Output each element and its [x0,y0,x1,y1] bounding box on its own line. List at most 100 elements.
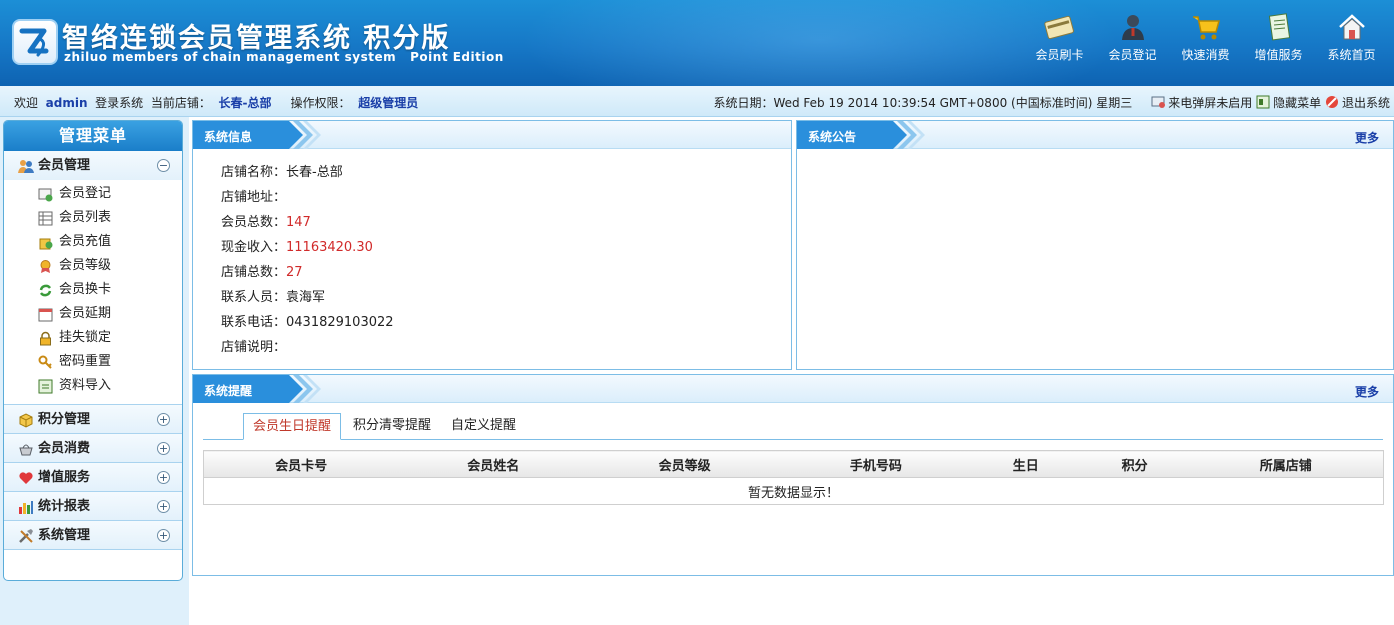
col-phone[interactable]: 手机号码 [780,450,971,478]
sidebar-group-points[interactable]: 积分管理 + [4,405,182,434]
info-value: 11163420.30 [286,240,373,255]
sidebar-title: 管理菜单 [4,121,182,151]
more-link[interactable]: 更多 [1355,129,1379,146]
sidebar-item-member-list[interactable]: 会员列表 [4,206,182,230]
col-birthday[interactable]: 生日 [970,450,1081,478]
current-store: 长春-总部 [218,96,272,110]
sidebar-item-label: 挂失锁定 [59,330,112,345]
login-text: 登录系统 [95,96,144,110]
sidebar-item-member-level[interactable]: 会员等级 [4,254,182,278]
nav-home[interactable]: 系统首页 [1315,12,1388,63]
sidebar-item-label: 会员充值 [59,234,112,249]
hide-menu-label: 隐藏菜单 [1273,96,1322,110]
info-row: 店铺名称：长春-总部 [221,161,394,186]
info-label: 店铺总数： [221,265,287,280]
swap-icon [39,284,52,297]
sidebar-item-label: 资料导入 [59,378,112,393]
system-date: Wed Feb 19 2014 10:39:54 GMT+0800 (中国标准时… [773,96,1133,110]
info-value: 147 [286,215,311,230]
status-right: 系统日期：Wed Feb 19 2014 10:39:54 GMT+0800 (… [713,94,1390,111]
col-card-number[interactable]: 会员卡号 [203,450,399,478]
expand-icon[interactable]: + [157,442,170,455]
app-header: 智络连锁会员管理系统 积分版 zhiluo members of chain m… [0,0,1394,86]
members-icon [18,160,34,173]
popup-toggle[interactable]: 来电弹屏未启用 [1151,96,1252,110]
expand-icon[interactable]: + [157,500,170,513]
expand-icon[interactable]: + [157,413,170,426]
sidebar-item-label: 会员列表 [59,210,112,225]
nav-label: 系统首页 [1327,48,1376,62]
info-label: 店铺地址： [221,190,287,205]
table-row: 暂无数据显示！ [203,477,1384,505]
info-row: 店铺地址： [221,186,394,211]
key-icon [38,355,52,369]
col-member-name[interactable]: 会员姓名 [398,450,589,478]
logout-button[interactable]: 退出系统 [1325,96,1390,110]
col-store[interactable]: 所属店铺 [1188,450,1384,478]
nav-value-added[interactable]: 增值服务 [1242,12,1315,63]
col-points[interactable]: 积分 [1080,450,1189,478]
person-icon [1121,15,1144,40]
sidebar-item-member-extend[interactable]: 会员延期 [4,302,182,326]
collapse-icon[interactable]: − [157,159,170,172]
sidebar-group-member[interactable]: 会员管理 − [4,151,182,180]
sidebar-item-label: 密码重置 [59,354,112,369]
home-icon [1338,14,1365,40]
info-label: 店铺名称： [221,165,287,180]
nav-card-swipe[interactable]: 会员刷卡 [1023,12,1096,63]
nav-label: 快速消费 [1181,48,1230,62]
panel-header: 系统信息 [193,121,791,149]
info-value: 0431829103022 [286,315,394,330]
nav-label: 会员登记 [1108,48,1157,62]
recharge-icon [39,238,53,250]
info-value: 27 [286,265,303,280]
reminder-table: 会员卡号 会员姓名 会员等级 手机号码 生日 积分 所属店铺 暂无数据显示！ [203,450,1384,505]
system-notice-panel: 系统公告 更多 [796,120,1394,370]
basket-icon [19,444,33,456]
sidebar-item-member-register[interactable]: 会员登记 [4,182,182,206]
status-bar: 欢迎 admin 登录系统 当前店铺： 长春-总部 操作权限： 超级管理员 系统… [0,86,1394,117]
sidebar-item-label: 会员换卡 [59,282,112,297]
info-value: 长春-总部 [286,165,343,180]
table-header-row: 会员卡号 会员姓名 会员等级 手机号码 生日 积分 所属店铺 [203,450,1384,478]
tab-custom-reminder[interactable]: 自定义提醒 [451,413,516,440]
tools-icon [19,529,33,543]
expand-icon[interactable]: + [157,529,170,542]
sidebar-group-label: 统计报表 [38,499,91,514]
sidebar-item-loss-lock[interactable]: 挂失锁定 [4,326,182,350]
nav-quick-consume[interactable]: 快速消费 [1169,12,1242,63]
sidebar-item-member-recharge[interactable]: 会员充值 [4,230,182,254]
permission-value: 超级管理员 [358,96,419,110]
info-row: 店铺总数：27 [221,261,394,286]
permission-label: 操作权限： [290,96,351,110]
sidebar-group-label: 会员消费 [38,441,91,456]
tab-birthday-reminder[interactable]: 会员生日提醒 [243,413,342,440]
info-row: 店铺说明： [221,336,394,361]
system-reminder-panel: 系统提醒 更多 会员生日提醒 积分清零提醒 自定义提醒 会员卡号 会员姓名 会员… [192,374,1394,576]
sidebar-group-value-added[interactable]: 增值服务 + [4,463,182,492]
popup-icon [1151,96,1166,108]
tab-points-clear-reminder[interactable]: 积分清零提醒 [353,413,431,440]
system-info-panel: 系统信息 店铺名称：长春-总部 店铺地址： 会员总数：147 现金收入：1116… [192,120,792,370]
sidebar-group-label: 增值服务 [38,470,91,485]
info-row: 现金收入：11163420.30 [221,236,394,261]
sidebar-item-data-import[interactable]: 资料导入 [4,374,182,398]
more-link[interactable]: 更多 [1355,383,1379,400]
sidebar-item-password-reset[interactable]: 密码重置 [4,350,182,374]
sidebar-group-consume[interactable]: 会员消费 + [4,434,182,463]
store-info-list: 店铺名称：长春-总部 店铺地址： 会员总数：147 现金收入：11163420.… [221,161,394,361]
sidebar-group-system[interactable]: 系统管理 + [4,521,182,550]
expand-icon[interactable]: + [157,471,170,484]
sidebar-group-reports[interactable]: 统计报表 + [4,492,182,521]
nav-member-register[interactable]: 会员登记 [1096,12,1169,63]
hide-menu-button[interactable]: 隐藏菜单 [1256,95,1322,110]
store-label: 当前店铺： [150,96,211,110]
sidebar-item-member-card-swap[interactable]: 会员换卡 [4,278,182,302]
sidebar-group-label: 会员管理 [38,158,91,173]
brand-edition: Point Edition [410,50,504,64]
sidebar-group-label: 系统管理 [38,528,91,543]
col-member-level[interactable]: 会员等级 [588,450,781,478]
brand-subtitle-en: zhiluo members of chain management syste… [64,50,397,64]
list-icon [38,211,53,226]
info-label: 会员总数： [221,215,287,230]
